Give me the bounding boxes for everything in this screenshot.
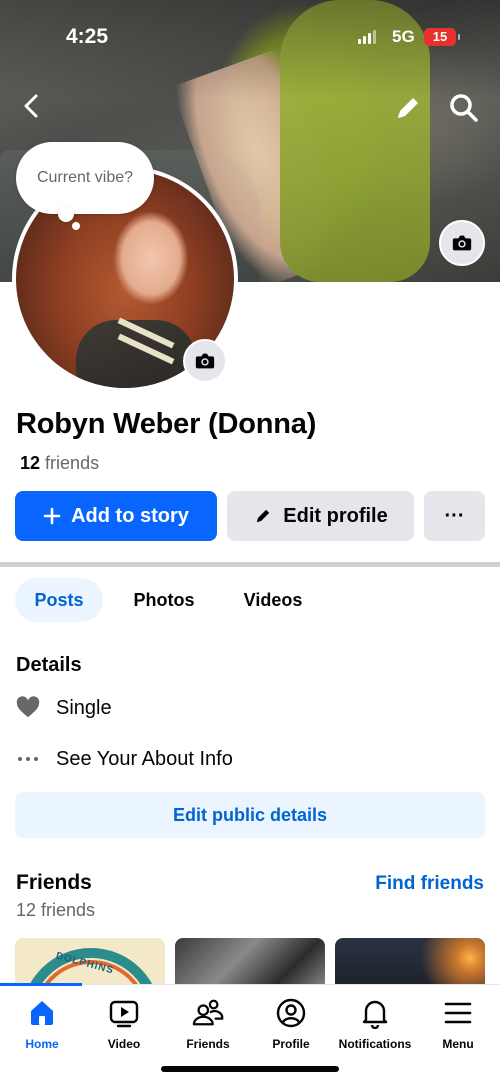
home-icon bbox=[26, 997, 58, 1029]
friends-count-number: 12 bbox=[20, 453, 41, 473]
pencil-icon bbox=[398, 98, 418, 118]
status-bar: 4:25 5G 15 bbox=[0, 0, 500, 70]
back-button[interactable] bbox=[14, 88, 50, 124]
tab-posts[interactable]: Posts bbox=[15, 578, 103, 622]
nav-menu-label: Menu bbox=[442, 1037, 474, 1051]
plus-icon bbox=[43, 507, 61, 525]
profile-icon bbox=[275, 997, 307, 1029]
nav-profile[interactable]: Profile bbox=[249, 997, 333, 1051]
nav-friends-label: Friends bbox=[186, 1037, 230, 1051]
section-divider bbox=[0, 562, 500, 567]
nav-notifications[interactable]: Notifications bbox=[333, 997, 417, 1051]
nav-video[interactable]: Video bbox=[82, 997, 166, 1051]
cover-camera-button[interactable] bbox=[439, 220, 485, 266]
heart-icon bbox=[16, 696, 40, 720]
see-about-info-link[interactable]: See Your About Info bbox=[16, 744, 233, 774]
add-to-story-label: Add to story bbox=[71, 504, 189, 527]
signal-icon bbox=[358, 30, 376, 44]
status-time: 4:25 bbox=[66, 25, 109, 48]
camera-icon bbox=[195, 353, 215, 369]
nav-friends[interactable]: Friends bbox=[166, 997, 250, 1051]
edit-profile-label: Edit profile bbox=[283, 504, 388, 527]
nav-video-label: Video bbox=[107, 1037, 141, 1051]
friends-subtitle: 12 friends bbox=[16, 900, 96, 920]
pencil-icon bbox=[257, 509, 270, 523]
chevron-left-icon bbox=[24, 94, 38, 118]
friends-icon bbox=[192, 997, 224, 1029]
bell-icon bbox=[359, 997, 391, 1029]
edit-cover-button[interactable] bbox=[392, 92, 424, 124]
friends-heading: Friends bbox=[16, 871, 92, 894]
profile-name: Robyn Weber (Donna) bbox=[16, 408, 317, 440]
network-type: 5G bbox=[392, 27, 415, 46]
edit-profile-button[interactable]: Edit profile bbox=[227, 491, 414, 541]
add-to-story-button[interactable]: Add to story bbox=[15, 491, 217, 541]
nav-home-label: Home bbox=[25, 1037, 59, 1051]
nav-notifications-label: Notifications bbox=[338, 1037, 412, 1051]
search-icon bbox=[450, 94, 478, 122]
avatar-camera-button[interactable] bbox=[183, 339, 227, 383]
relationship-status: Single bbox=[56, 696, 112, 719]
nav-home[interactable]: Home bbox=[0, 997, 84, 1051]
friends-count-label: friends bbox=[45, 453, 100, 473]
menu-icon bbox=[442, 997, 474, 1029]
battery-icon: 15 bbox=[424, 28, 460, 46]
find-friends-link[interactable]: Find friends bbox=[375, 873, 484, 895]
edit-public-details-label: Edit public details bbox=[172, 804, 328, 825]
details-heading: Details bbox=[16, 654, 82, 676]
vibe-bubble-tail bbox=[58, 206, 74, 222]
active-tab-indicator bbox=[0, 983, 82, 986]
vibe-bubble-tail-small bbox=[72, 222, 80, 230]
nav-profile-label: Profile bbox=[272, 1037, 310, 1051]
video-icon bbox=[108, 997, 140, 1029]
more-dots-icon: ··· bbox=[444, 504, 465, 527]
friends-count[interactable]: 12 friends bbox=[20, 453, 99, 474]
tab-photos[interactable]: Photos bbox=[116, 578, 212, 622]
vibe-prompt: Current vibe? bbox=[36, 169, 134, 186]
detail-relationship: Single bbox=[16, 693, 112, 723]
see-about-info-label: See Your About Info bbox=[56, 747, 233, 770]
tab-videos[interactable]: Videos bbox=[228, 578, 318, 622]
current-vibe-bubble[interactable]: Current vibe? bbox=[16, 142, 154, 214]
nav-menu[interactable]: Menu bbox=[416, 997, 500, 1051]
more-horizontal-icon bbox=[16, 747, 40, 771]
more-options-button[interactable]: ··· bbox=[424, 491, 485, 541]
camera-icon bbox=[452, 235, 472, 251]
edit-public-details-button[interactable]: Edit public details bbox=[15, 792, 485, 838]
home-indicator bbox=[161, 1066, 339, 1072]
search-button[interactable] bbox=[448, 92, 480, 124]
